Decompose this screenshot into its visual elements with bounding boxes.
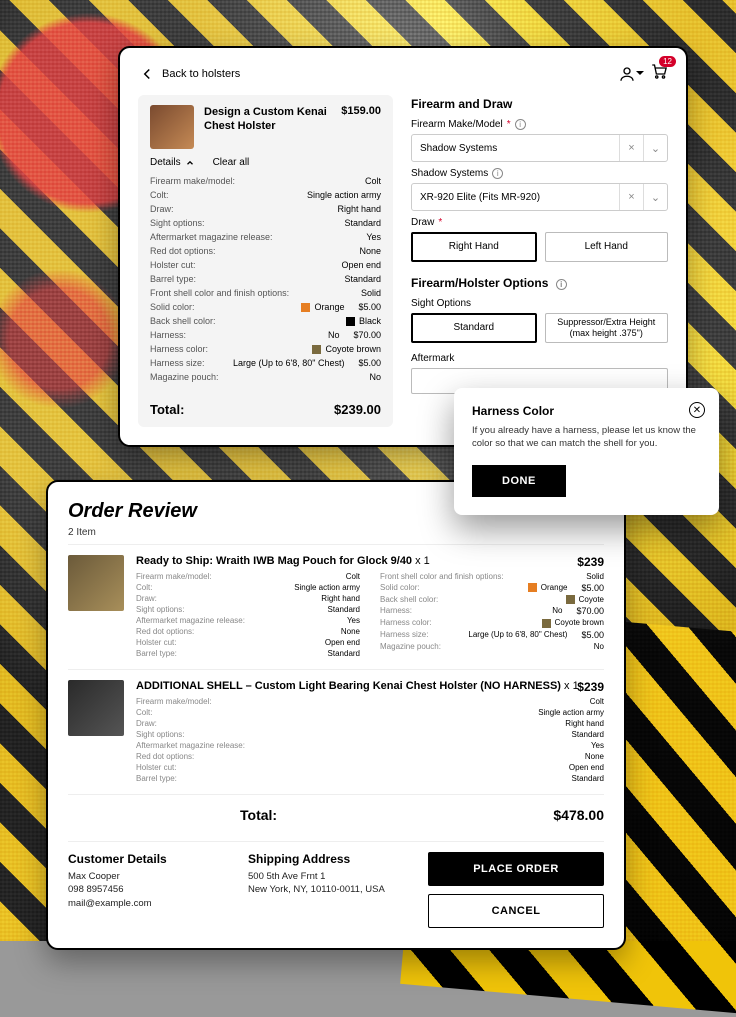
total-value: $239.00: [334, 402, 381, 417]
sight-standard[interactable]: Standard: [411, 313, 537, 343]
shipping-address: Shipping Address 500 5th Ave Frnt 1 New …: [248, 852, 408, 928]
draw-left[interactable]: Left Hand: [545, 232, 669, 262]
item-title: ADDITIONAL SHELL – Custom Light Bearing …: [136, 680, 604, 692]
popup-body: If you already have a harness, please le…: [472, 424, 701, 451]
product-price: $159.00: [341, 105, 381, 149]
chevron-down-icon[interactable]: ⌄: [643, 184, 667, 210]
clear-icon[interactable]: ×: [619, 184, 643, 210]
place-order-button[interactable]: PLACE ORDER: [428, 852, 604, 886]
info-icon[interactable]: i: [515, 119, 526, 130]
info-icon[interactable]: i: [492, 168, 503, 179]
sight-suppressor[interactable]: Suppressor/Extra Height (max height .375…: [545, 313, 669, 343]
model-select[interactable]: XR-920 Elite (Fits MR-920) × ⌄: [411, 183, 668, 211]
item-title: Ready to Ship: Wraith IWB Mag Pouch for …: [136, 555, 604, 567]
item-count: 2 Item: [68, 527, 604, 538]
item-price: $239: [577, 680, 604, 694]
clear-icon[interactable]: ×: [619, 135, 643, 161]
chevron-down-icon[interactable]: ⌄: [643, 135, 667, 161]
item-thumb: [68, 555, 124, 611]
back-link[interactable]: Back to holsters: [138, 65, 240, 83]
back-label: Back to holsters: [162, 68, 240, 80]
config-pane: Firearm and Draw Firearm Make/Model* i S…: [411, 95, 668, 427]
make-label: Firearm Make/Model* i: [411, 119, 668, 130]
order-item: Ready to Ship: Wraith IWB Mag Pouch for …: [68, 544, 604, 669]
summary-pane: Design a Custom Kenai Chest Holster $159…: [138, 95, 393, 427]
done-button[interactable]: DONE: [472, 465, 566, 497]
model-label: Shadow Systems i: [411, 168, 668, 179]
order-total-label: Total:: [240, 807, 277, 823]
info-icon[interactable]: i: [556, 279, 567, 290]
section-holster-options: Firearm/Holster Options i: [411, 276, 668, 290]
close-icon[interactable]: ✕: [689, 402, 705, 418]
aftermarket-label: Aftermark: [411, 353, 668, 364]
order-item: ADDITIONAL SHELL – Custom Light Bearing …: [68, 669, 604, 794]
chevron-up-icon: [185, 158, 195, 168]
product-title: Design a Custom Kenai Chest Holster: [204, 105, 331, 149]
section-firearm-draw: Firearm and Draw: [411, 97, 668, 111]
total-label: Total:: [150, 402, 184, 417]
clear-all-link[interactable]: Clear all: [213, 157, 250, 168]
harness-color-popup: ✕ Harness Color If you already have a ha…: [454, 388, 719, 515]
order-review-card: Order Review 2 Item Ready to Ship: Wrait…: [46, 480, 626, 950]
product-thumb: [150, 105, 194, 149]
account-icon[interactable]: [618, 65, 636, 83]
customer-details: Customer Details Max Cooper 098 8957456 …: [68, 852, 228, 928]
item-thumb: [68, 680, 124, 736]
draw-right[interactable]: Right Hand: [411, 232, 537, 262]
cancel-button[interactable]: CANCEL: [428, 894, 604, 928]
order-total-value: $478.00: [553, 807, 604, 823]
make-select[interactable]: Shadow Systems × ⌄: [411, 134, 668, 162]
item-price: $239: [577, 555, 604, 569]
sight-label: Sight Options: [411, 298, 668, 309]
popup-title: Harness Color: [472, 404, 701, 418]
cart-badge: 12: [659, 56, 676, 67]
details-toggle[interactable]: Details: [150, 157, 195, 168]
arrow-left-icon: [138, 65, 156, 83]
cart-button[interactable]: 12: [650, 62, 668, 85]
draw-label: Draw*: [411, 217, 668, 228]
